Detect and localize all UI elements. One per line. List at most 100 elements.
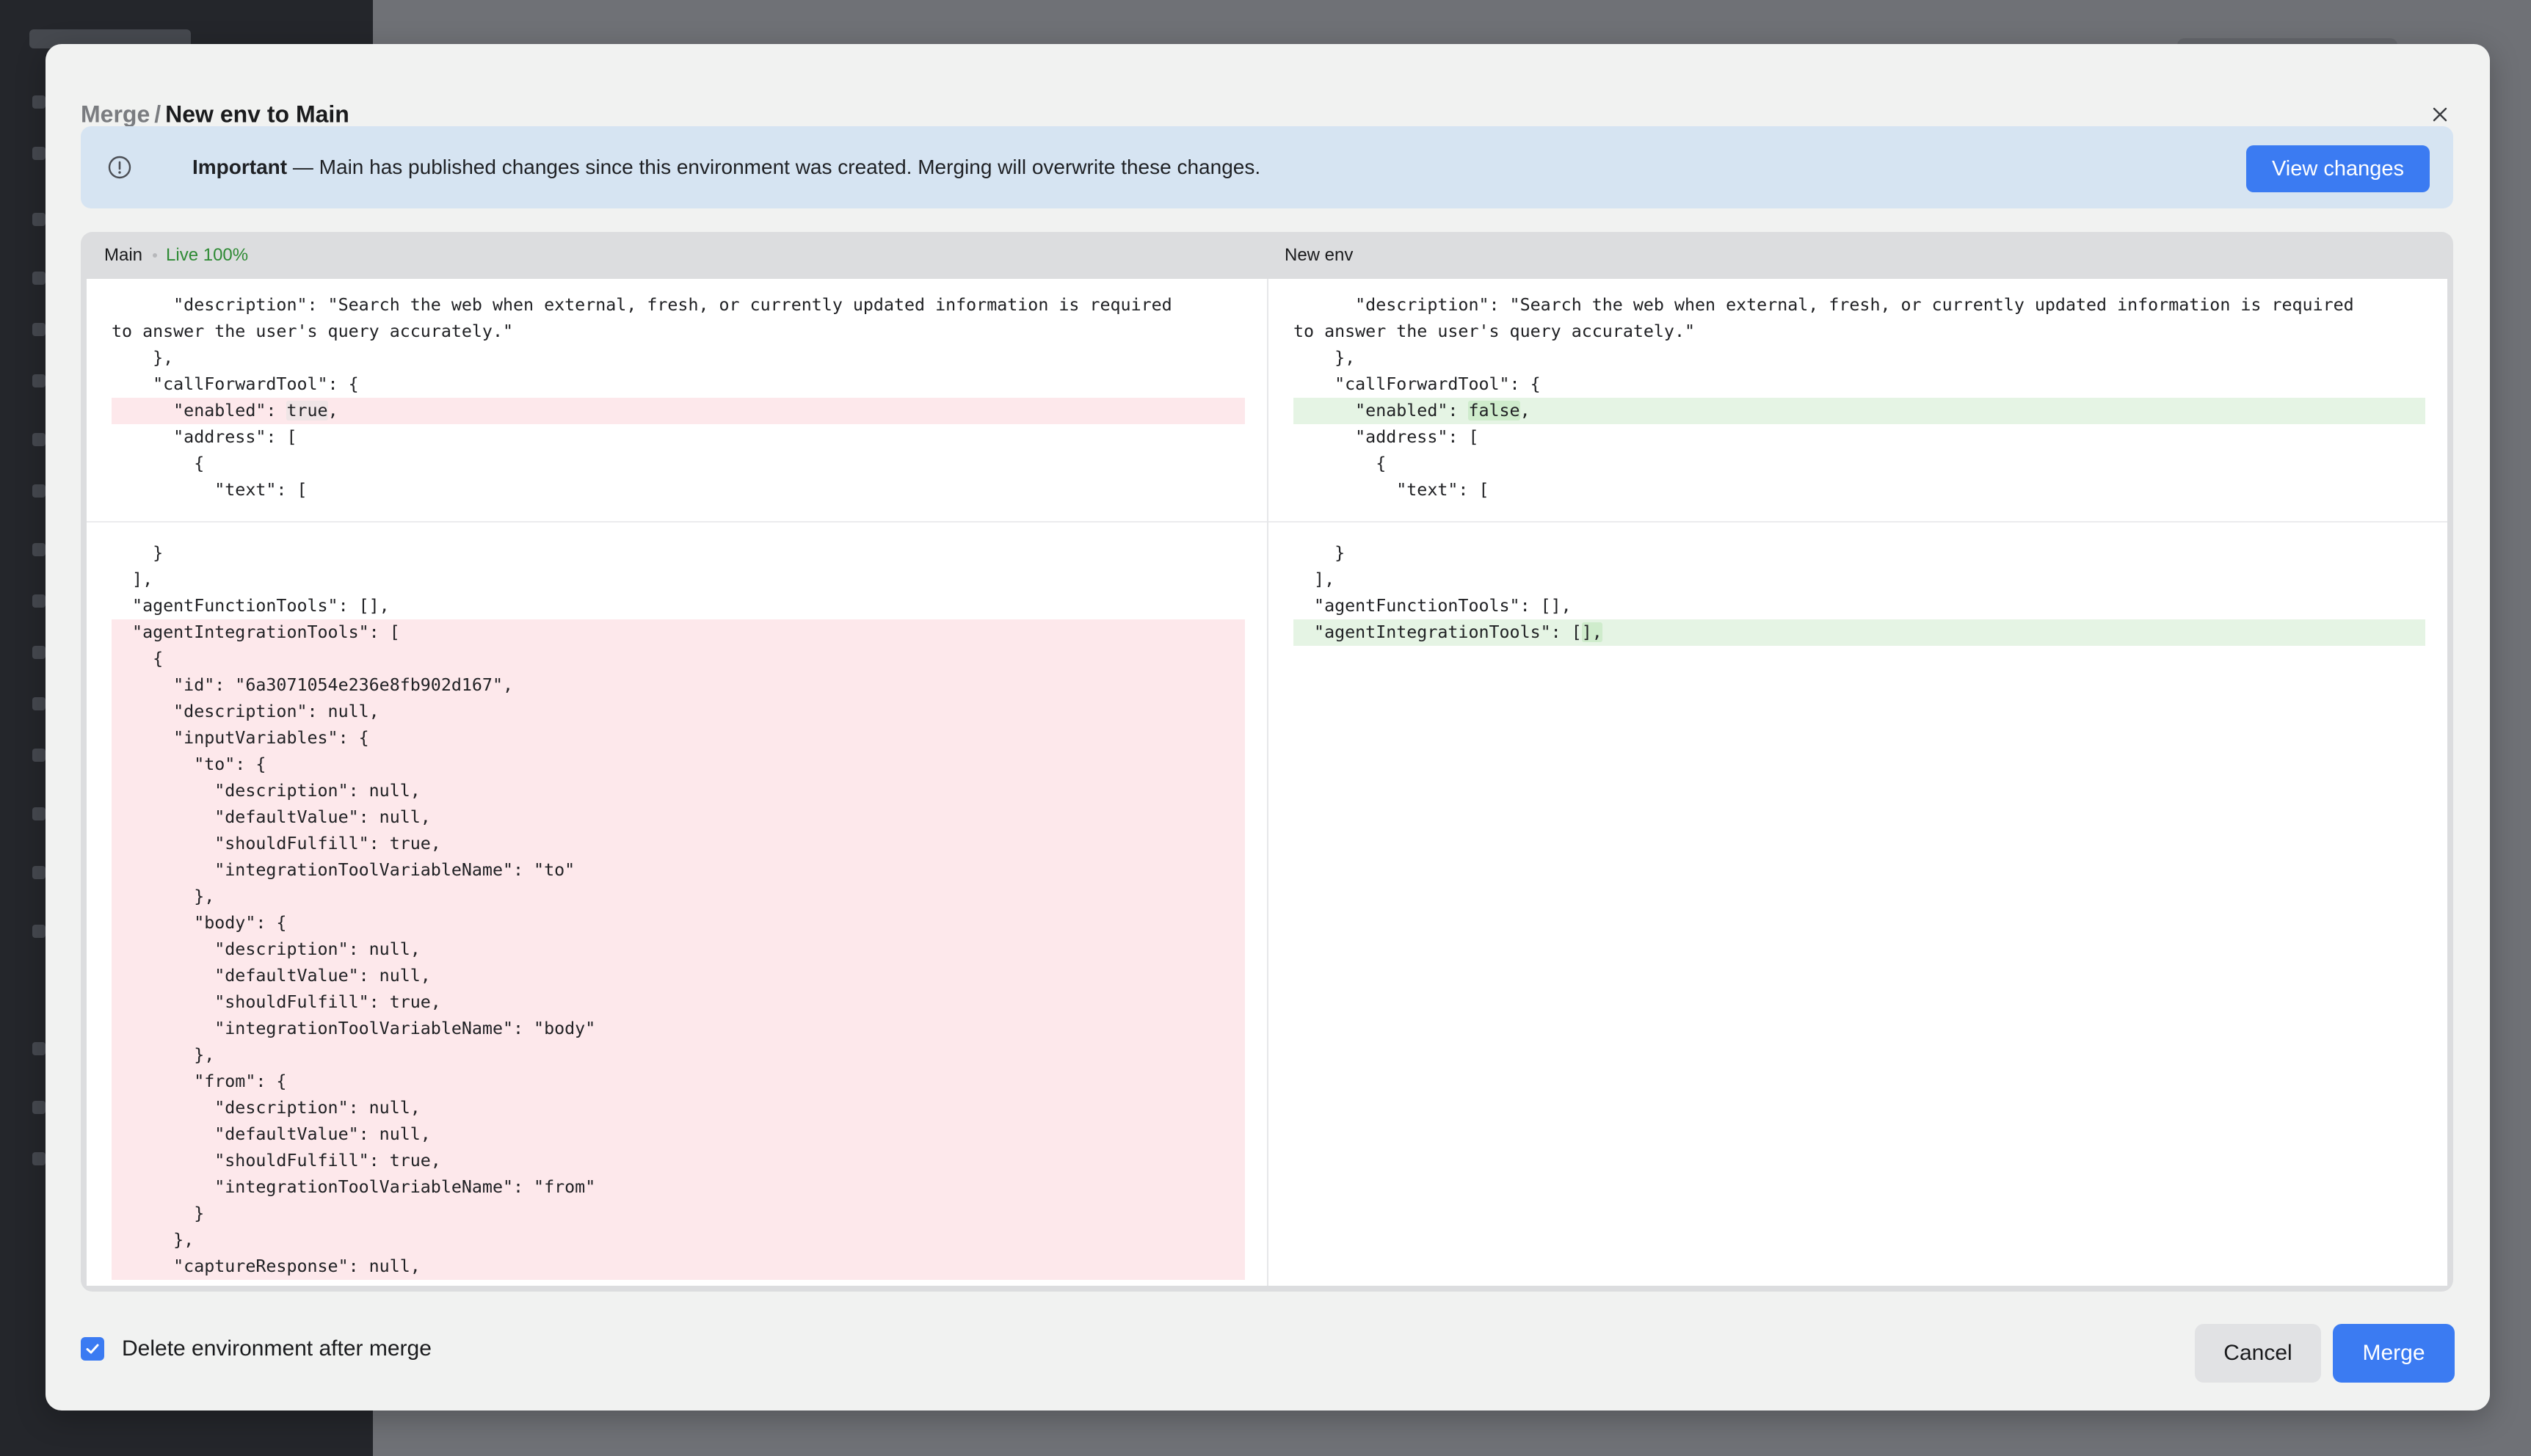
left-code-line-removed: "captureResponse": null, bbox=[112, 1253, 1245, 1280]
background-nav-icon bbox=[32, 807, 46, 820]
left-code-line: "callForwardTool": { bbox=[112, 371, 1245, 398]
banner-message: Important — Main has published changes s… bbox=[192, 156, 1260, 179]
code-text: to answer the user's query accurately." bbox=[112, 321, 514, 341]
code-text: "defaultValue": null, bbox=[112, 966, 431, 986]
left-code-line-removed: "body": { bbox=[112, 910, 1245, 936]
background-nav-icon bbox=[32, 95, 46, 109]
code-text: "enabled": bbox=[112, 401, 287, 421]
hunk-separator bbox=[1268, 521, 2447, 523]
left-code-line: { bbox=[112, 451, 1245, 477]
background-nav-icon bbox=[32, 866, 46, 879]
view-changes-button[interactable]: View changes bbox=[2246, 145, 2430, 192]
warning-banner: Important — Main has published changes s… bbox=[81, 126, 2453, 208]
right-code-line: to answer the user's query accurately." bbox=[1293, 318, 2425, 345]
code-text: } bbox=[1293, 543, 1346, 563]
code-text: "agentIntegrationTools": [ bbox=[112, 622, 400, 642]
left-code-line-removed: "description": null, bbox=[112, 699, 1245, 725]
background-nav-icon bbox=[32, 1101, 46, 1114]
cancel-button[interactable]: Cancel bbox=[2195, 1324, 2321, 1383]
right-code-line-added: "agentIntegrationTools": [], bbox=[1293, 619, 2425, 646]
right-code-line: "text": [ bbox=[1293, 477, 2425, 503]
left-code-line: ], bbox=[112, 567, 1245, 593]
background-nav-icon bbox=[32, 697, 46, 710]
code-text: "address": [ bbox=[1293, 427, 1479, 447]
background-nav-icon bbox=[32, 925, 46, 938]
right-code-line: "description": "Search the web when exte… bbox=[1293, 292, 2425, 318]
modal-title: Merge / New env to Main bbox=[81, 101, 349, 128]
right-pane-header: New env bbox=[1285, 245, 1353, 266]
banner-text: — Main has published changes since this … bbox=[287, 156, 1261, 178]
left-diff-pane[interactable]: "description": "Search the web when exte… bbox=[87, 279, 1267, 1286]
left-code-line-removed: "defaultValue": null, bbox=[112, 963, 1245, 989]
left-code-line-removed: { bbox=[112, 646, 1245, 672]
code-text: "agentIntegrationTools": [ bbox=[1293, 622, 1582, 642]
left-code-line-removed: "to": { bbox=[112, 751, 1245, 778]
code-text: "description": null, bbox=[112, 702, 380, 721]
delete-env-label[interactable]: Delete environment after merge bbox=[122, 1336, 432, 1361]
left-code-line-removed: }, bbox=[112, 1227, 1245, 1253]
background-nav-icon bbox=[32, 374, 46, 387]
code-text: "integrationToolVariableName": "from" bbox=[112, 1177, 596, 1197]
code-text: "captureResponse": null, bbox=[112, 1256, 421, 1276]
code-text: "shouldFulfill": true, bbox=[112, 1151, 441, 1171]
background-nav-icon bbox=[32, 543, 46, 556]
code-text: "callForwardTool": { bbox=[1293, 374, 1541, 394]
code-text: }, bbox=[112, 1230, 195, 1250]
checkmark-icon bbox=[86, 1344, 99, 1354]
left-code-line-removed: "description": null, bbox=[112, 778, 1245, 804]
right-code-line: "callForwardTool": { bbox=[1293, 371, 2425, 398]
code-text: }, bbox=[112, 348, 174, 368]
left-code-line: "text": [ bbox=[112, 477, 1245, 503]
left-env-name: Main bbox=[104, 245, 143, 265]
background-nav-icon bbox=[32, 213, 46, 226]
left-code-line-removed: "enabled": true, bbox=[112, 398, 1245, 424]
right-code-line: ], bbox=[1293, 567, 2425, 593]
background-nav-icon bbox=[32, 749, 46, 762]
left-code-line-removed: "defaultValue": null, bbox=[112, 1121, 1245, 1148]
code-text: , bbox=[1519, 401, 1530, 421]
background-nav-icon bbox=[32, 594, 46, 608]
right-diff-pane[interactable]: "description": "Search the web when exte… bbox=[1268, 279, 2447, 1286]
left-code-line-removed: "description": null, bbox=[112, 1095, 1245, 1121]
background-nav-icon bbox=[32, 1152, 46, 1165]
background-nav-icon bbox=[32, 147, 46, 160]
code-text: } bbox=[112, 543, 164, 563]
delete-env-checkbox[interactable] bbox=[81, 1337, 104, 1361]
left-code-line-removed: "inputVariables": { bbox=[112, 725, 1245, 751]
background-nav-icon bbox=[32, 323, 46, 336]
left-code-line-removed: } bbox=[112, 1201, 1245, 1227]
left-code-line: to answer the user's query accurately." bbox=[112, 318, 1245, 345]
breadcrumb-separator: / bbox=[154, 101, 161, 128]
close-icon bbox=[2433, 107, 2447, 122]
code-text: "inputVariables": { bbox=[112, 728, 369, 748]
code-text: "shouldFulfill": true, bbox=[112, 992, 441, 1012]
code-text: "shouldFulfill": true, bbox=[112, 834, 441, 853]
right-code-line: "agentFunctionTools": [], bbox=[1293, 593, 2425, 619]
changed-token: false bbox=[1468, 401, 1520, 421]
code-text: ], bbox=[1293, 569, 1335, 589]
left-code-line: "agentFunctionTools": [], bbox=[112, 593, 1245, 619]
left-hunk: "description": "Search the web when exte… bbox=[112, 292, 1245, 503]
code-text: { bbox=[112, 454, 205, 473]
code-text: "description": null, bbox=[112, 781, 421, 801]
left-code-line-removed: "integrationToolVariableName": "to" bbox=[112, 857, 1245, 884]
left-hunk: } ], "agentFunctionTools": [], "agentInt… bbox=[112, 540, 1245, 1280]
background-nav-icon bbox=[32, 272, 46, 285]
background-nav-icon bbox=[32, 1042, 46, 1055]
diff-viewer: Main Live 100% New env "description": "Se… bbox=[81, 232, 2453, 1292]
code-text: { bbox=[1293, 454, 1387, 473]
code-text: }, bbox=[112, 887, 215, 906]
hunk-separator bbox=[87, 521, 1267, 523]
code-text: "body": { bbox=[112, 913, 287, 933]
left-code-line-removed: "shouldFulfill": true, bbox=[112, 1148, 1245, 1174]
left-code-line-removed: "shouldFulfill": true, bbox=[112, 831, 1245, 857]
code-text: "description": "Search the web when exte… bbox=[112, 295, 1172, 315]
left-code-line-removed: "id": "6a3071054e236e8fb902d167", bbox=[112, 672, 1245, 699]
code-text: "agentFunctionTools": [], bbox=[112, 596, 390, 616]
left-code-line-removed: }, bbox=[112, 1042, 1245, 1069]
breadcrumb-parent[interactable]: Merge bbox=[81, 101, 150, 128]
merge-button[interactable]: Merge bbox=[2333, 1324, 2455, 1383]
left-code-line-removed: "description": null, bbox=[112, 936, 1245, 963]
right-code-line: } bbox=[1293, 540, 2425, 567]
code-text: "text": [ bbox=[1293, 480, 1489, 500]
